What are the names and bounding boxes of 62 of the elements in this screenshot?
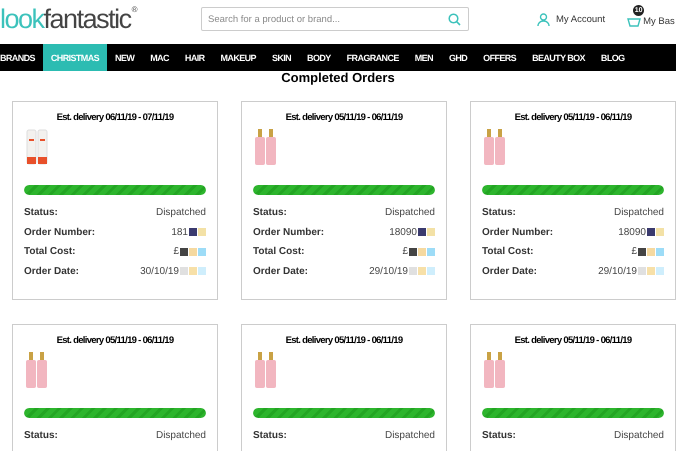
detail-value: £ <box>173 246 179 258</box>
nav-item[interactable]: BEAUTY BOX <box>524 44 593 71</box>
delivery-estimate: Est. delivery 05/11/19 - 06/11/19 <box>514 112 633 123</box>
detail-value: Dispatched <box>156 430 206 442</box>
detail-label: Status: <box>24 207 58 218</box>
delivery-estimate: Est. delivery 05/11/19 - 06/11/19 <box>284 112 404 123</box>
detail-label: Order Date: <box>24 266 80 277</box>
detail-label: Status: <box>482 430 516 442</box>
nav-item[interactable]: MEN <box>406 44 441 71</box>
product-photo <box>255 129 277 166</box>
search-icon[interactable] <box>448 13 461 26</box>
nav-item[interactable]: NEW <box>107 44 142 71</box>
nav-item[interactable]: MAKEUP <box>212 44 264 71</box>
nav-item[interactable]: BLOG <box>592 44 633 71</box>
delivery-estimate: Est. delivery 05/11/19 - 06/11/19 <box>514 335 633 346</box>
detail-value: Dispatched <box>614 430 664 442</box>
detail-value: 18090 <box>618 226 646 238</box>
delivery-estimate: Est. delivery 05/11/19 - 06/11/19 <box>284 335 404 346</box>
detail-label: Status: <box>253 207 287 218</box>
product-photo <box>484 352 506 389</box>
detail-label: Order Date: <box>482 266 538 277</box>
product-photo <box>26 129 48 166</box>
detail-value: 30/10/19 <box>140 266 179 277</box>
detail-value: Dispatched <box>384 430 435 442</box>
detail-label: Total Cost: <box>482 246 534 258</box>
nav-item[interactable]: SKIN <box>264 44 300 71</box>
nav-item[interactable]: OFFERS <box>475 44 524 71</box>
product-photo <box>484 129 506 166</box>
detail-value: Dispatched <box>384 207 435 218</box>
nav-item[interactable]: GHD <box>440 44 476 71</box>
account-link[interactable]: My Account <box>537 12 606 26</box>
logo[interactable]: lookfantastic® <box>0 6 201 32</box>
detail-label: Order Number: <box>482 226 554 238</box>
search-field[interactable]: Search for a product or brand... <box>201 7 469 31</box>
detail-value: Dispatched <box>156 207 206 218</box>
detail-label: Order Number: <box>24 226 96 238</box>
basket-link[interactable]: My Bas <box>627 15 675 27</box>
delivery-estimate: Est. delivery 05/11/19 - 06/11/19 <box>56 335 175 346</box>
product-photo <box>26 352 48 389</box>
detail-label: Total Cost: <box>253 246 304 258</box>
nav-item[interactable]: BODY <box>299 44 339 71</box>
detail-label: Status: <box>482 207 516 218</box>
nav-item[interactable]: MAC <box>142 44 177 71</box>
detail-value: Dispatched <box>614 207 664 218</box>
detail-label: Order Date: <box>253 266 308 277</box>
detail-value: 29/10/19 <box>369 266 408 277</box>
nav-item[interactable]: FRAGRANCE <box>338 44 407 71</box>
detail-value: 18090 <box>389 226 417 238</box>
detail-label: Status: <box>253 430 287 442</box>
person-icon <box>537 12 550 26</box>
detail-value: £ <box>402 246 408 258</box>
product-photo <box>255 352 277 389</box>
nav-item[interactable]: HAIR <box>176 44 213 71</box>
delivery-estimate: Est. delivery 06/11/19 - 07/11/19 <box>56 112 175 123</box>
detail-value: 181 <box>171 226 188 238</box>
section-heading: Completed Orders <box>280 71 396 87</box>
detail-label: Status: <box>24 430 58 442</box>
detail-value: 29/10/19 <box>598 266 637 277</box>
detail-label: Order Number: <box>253 226 324 238</box>
nav-item[interactable]: BRANDS <box>0 44 43 71</box>
detail-value: £ <box>631 246 637 258</box>
detail-label: Total Cost: <box>24 246 76 258</box>
